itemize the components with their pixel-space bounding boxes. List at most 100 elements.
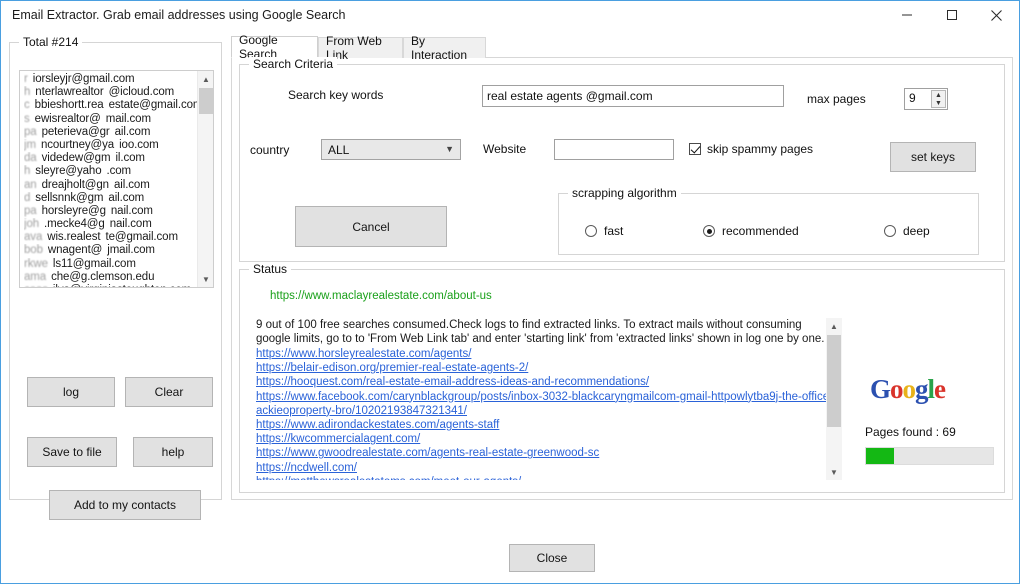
maximize-button[interactable]: [929, 1, 974, 29]
email-list-item[interactable]: jm ncourtney@ya ioo.com: [24, 139, 204, 152]
website-input[interactable]: [554, 139, 674, 160]
radio-icon[interactable]: [884, 225, 896, 237]
email-prefix: an: [24, 178, 37, 191]
help-button[interactable]: help: [133, 437, 213, 467]
email-list-item[interactable]: pa peterieva@gr ail.com: [24, 126, 204, 139]
email-list-item[interactable]: d sellsnnk@gm ail.com: [24, 192, 204, 205]
scrapping-algorithm-label: scrapping algorithm: [568, 186, 681, 200]
email-prefix: jm: [24, 138, 36, 151]
scrollbar-thumb[interactable]: [827, 335, 841, 427]
radio-icon[interactable]: [585, 225, 597, 237]
email-body: peterieva@gr: [41, 125, 110, 138]
email-suffix: .com: [106, 165, 132, 178]
minimize-button[interactable]: [884, 1, 929, 29]
tab-google-search[interactable]: Google Search: [231, 33, 318, 61]
close-button[interactable]: Close: [509, 544, 595, 572]
email-body: wnagent@: [47, 244, 103, 257]
email-suffix: ail.com: [113, 178, 150, 191]
email-body: ewisrealtor@: [34, 112, 101, 125]
radio-recommended[interactable]: recommended: [703, 224, 799, 238]
email-list[interactable]: r iorsleyjr@gmail.com h nterlawrealtor @iclo…: [19, 70, 214, 288]
extracted-link[interactable]: https://www.horsleyrealestate.com/agents…: [256, 347, 836, 361]
email-list-item[interactable]: coas ilva@virginiastoughton.com: [24, 284, 204, 287]
set-keys-button[interactable]: set keys: [890, 142, 976, 172]
save-to-file-button[interactable]: Save to file: [27, 437, 117, 467]
status-group: Status https://www.maclayrealestate.com/…: [239, 262, 1005, 493]
email-prefix: s: [24, 112, 30, 125]
status-log-scrollbar[interactable]: ▲ ▼: [826, 318, 842, 480]
search-keywords-input[interactable]: real estate agents @gmail.com: [482, 85, 784, 107]
minimize-icon: [901, 9, 913, 21]
scroll-down-icon[interactable]: ▼: [198, 271, 213, 287]
skip-spammy-checkbox[interactable]: skip spammy pages: [689, 142, 813, 156]
cancel-button[interactable]: Cancel: [295, 206, 447, 247]
radio-deep[interactable]: deep: [884, 224, 930, 238]
log-button[interactable]: log: [27, 377, 115, 407]
max-pages-stepper[interactable]: 9 ▲ ▼: [904, 88, 948, 110]
email-list-item[interactable]: c bbieshortt.rea estate@gmail.com: [24, 99, 204, 112]
scrollbar-thumb[interactable]: [199, 88, 213, 114]
extracted-link[interactable]: https://kwcommercialagent.com/: [256, 432, 836, 446]
email-prefix: bob: [24, 244, 43, 257]
email-list-scrollbar[interactable]: ▲ ▼: [197, 71, 213, 287]
extracted-link[interactable]: https://matthewsrealestatems.com/meet-ou…: [256, 475, 836, 480]
google-logo-letter: e: [934, 374, 946, 404]
google-logo-letter: G: [870, 374, 891, 404]
extracted-link[interactable]: https://www.adirondackestates.com/agents…: [256, 418, 836, 432]
total-count-label: Total #214: [19, 35, 83, 49]
email-prefix: pa: [24, 125, 37, 138]
email-list-item[interactable]: rkwe ls11@gmail.com: [24, 258, 204, 271]
extracted-links-list: https://www.horsleyrealestate.com/agents…: [256, 347, 836, 480]
checkbox-icon[interactable]: [689, 143, 701, 155]
email-suffix: nail.com: [109, 218, 152, 231]
radio-icon-selected[interactable]: [703, 225, 715, 237]
email-prefix: pa: [24, 204, 37, 217]
status-log[interactable]: 9 out of 100 free searches consumed.Chec…: [256, 318, 836, 480]
email-list-item[interactable]: joh .mecke4@g nail.com: [24, 218, 204, 231]
close-icon: [990, 9, 1003, 22]
chevron-down-icon: ▼: [445, 144, 454, 154]
extracted-link[interactable]: https://www.gwoodrealestate.com/agents-r…: [256, 446, 836, 460]
status-message: 9 out of 100 free searches consumed.Chec…: [256, 319, 825, 345]
stepper-down-icon[interactable]: ▼: [932, 99, 945, 107]
tab-by-interaction[interactable]: By Interaction: [403, 34, 486, 62]
add-to-contacts-button[interactable]: Add to my contacts: [49, 490, 201, 520]
google-logo-letter: o: [902, 374, 916, 404]
radio-fast[interactable]: fast: [585, 224, 623, 238]
extracted-link[interactable]: https://hooquest.com/real-estate-email-a…: [256, 375, 836, 389]
totals-group: Total #214 r iorsleyjr@gmail.com h nterlawr…: [9, 35, 222, 520]
extracted-link[interactable]: https://ncdwell.com/: [256, 461, 836, 475]
extracted-link[interactable]: https://belair-edison.org/premier-real-e…: [256, 361, 836, 375]
scroll-up-icon[interactable]: ▲: [826, 318, 842, 334]
email-body: ncourtney@ya: [40, 138, 115, 151]
scroll-down-icon[interactable]: ▼: [826, 464, 842, 480]
country-select[interactable]: ALL ▼: [321, 139, 461, 160]
email-list-item[interactable]: bob wnagent@ jmail.com: [24, 244, 204, 257]
email-list-item[interactable]: ava wis.realest te@gmail.com: [24, 231, 204, 244]
application-window: Email Extractor. Grab email addresses us…: [0, 0, 1020, 584]
email-list-item[interactable]: h sleyre@yaho .com: [24, 165, 204, 178]
email-list-item[interactable]: ama che@g.clemson.edu: [24, 271, 204, 284]
email-prefix: c: [24, 99, 30, 112]
tab-from-web-link[interactable]: From Web Link: [318, 34, 403, 62]
window-title: Email Extractor. Grab email addresses us…: [12, 8, 346, 22]
email-body: wis.realest: [47, 231, 101, 244]
email-list-item[interactable]: pa horsleyre@g nail.com: [24, 205, 204, 218]
email-list-item[interactable]: r iorsleyjr@gmail.com: [24, 73, 204, 86]
email-list-item[interactable]: an dreajholt@gn ail.com: [24, 179, 204, 192]
progress-bar: [865, 447, 994, 465]
google-logo-letter: g: [915, 374, 928, 404]
extracted-link[interactable]: https://www.facebook.com/carynblackgroup…: [256, 390, 836, 418]
email-list-items: r iorsleyjr@gmail.com h nterlawrealtor @iclo…: [20, 73, 204, 287]
search-criteria-label: Search Criteria: [249, 57, 338, 71]
clear-button[interactable]: Clear: [125, 377, 213, 407]
max-pages-value: 9: [909, 91, 916, 105]
window-close-button[interactable]: [974, 1, 1019, 29]
stepper-up-icon[interactable]: ▲: [932, 91, 945, 99]
pages-found-label: Pages found : 69: [865, 425, 956, 439]
email-list-item[interactable]: da videdew@gm il.com: [24, 152, 204, 165]
email-list-item[interactable]: h nterlawrealtor @icloud.com: [24, 86, 204, 99]
email-list-item[interactable]: s ewisrealtor@ mail.com: [24, 113, 204, 126]
scroll-up-icon[interactable]: ▲: [198, 71, 213, 87]
stepper-buttons[interactable]: ▲ ▼: [931, 90, 946, 108]
